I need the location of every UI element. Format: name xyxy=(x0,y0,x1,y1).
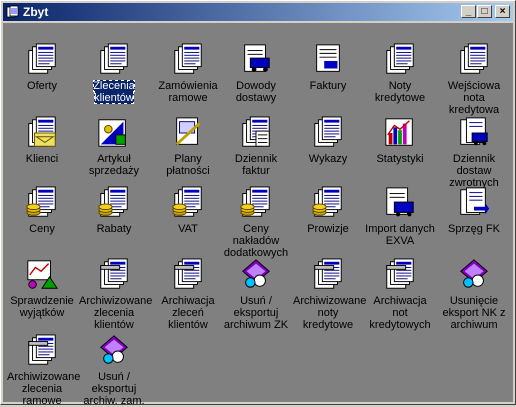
icon-label: Oferty xyxy=(27,80,57,92)
import-data-icon xyxy=(386,187,414,217)
icon-label: Usunięcie eksport NK z archiwum xyxy=(442,295,506,331)
icon-label: Prowizje xyxy=(307,223,349,235)
invoice-document-icon xyxy=(316,44,340,72)
export-archive-icon xyxy=(242,259,270,288)
icon-item-6[interactable]: Noty kredytowe xyxy=(365,43,435,104)
icon-label: Wykazy xyxy=(308,153,348,165)
export-archive-icon xyxy=(100,335,128,364)
icon-label: Usuń / eksportuj archiwum ZK xyxy=(223,295,289,331)
icon-item-29[interactable]: Archiwizowane zlecenia ramowe xyxy=(7,334,81,407)
icon-item-10[interactable]: Plany płatności xyxy=(153,116,223,177)
archive-documents-icon xyxy=(174,258,202,289)
icon-item-30[interactable]: Usuń / eksportuj archiw. zam. xyxy=(79,334,149,407)
window-title: Zbyt xyxy=(23,5,49,19)
icon-item-25[interactable]: Usuń / eksportuj archiwum ZK xyxy=(221,258,291,331)
icon-label: Rabaty xyxy=(96,223,132,235)
icon-label: Statystyki xyxy=(376,153,424,165)
icon-item-18[interactable]: Ceny nakładów dodatkowych xyxy=(221,186,291,259)
icon-label: Archiwizowane zlecenia ramowe xyxy=(7,371,81,407)
invoice-journal-icon xyxy=(242,116,270,147)
icon-label: Faktury xyxy=(309,80,347,92)
icon-item-23[interactable]: Archiwizowane zlecenia klientów xyxy=(79,258,153,331)
customer-folders-icon xyxy=(28,116,56,147)
icon-item-14[interactable]: Dziennik dostaw zwrotnych xyxy=(439,116,509,189)
icon-item-1[interactable]: Oferty xyxy=(7,43,77,92)
icon-item-5[interactable]: Faktury xyxy=(293,43,363,92)
vat-coins-icon xyxy=(172,186,202,217)
documents-stack-icon xyxy=(386,43,414,74)
icon-label: Zlecenia klientów xyxy=(93,80,135,104)
icon-label: Sprzęg FK xyxy=(448,223,500,235)
icon-label: Import danych EXVA xyxy=(365,223,435,247)
icon-item-8[interactable]: Klienci xyxy=(7,116,77,165)
documents-stack-icon xyxy=(460,43,488,74)
icon-item-13[interactable]: Statystyki xyxy=(365,116,435,165)
icon-label: Archiwizowane noty kredytowe xyxy=(293,295,367,331)
icon-label: Ceny nakładów dodatkowych xyxy=(223,223,289,259)
additional-costs-icon xyxy=(240,186,270,217)
archive-documents-icon xyxy=(100,258,128,289)
documents-stack-icon xyxy=(314,116,342,147)
icon-label: Noty kredytowe xyxy=(374,80,426,104)
delivery-document-icon xyxy=(244,44,270,72)
archive-documents-icon xyxy=(314,258,342,289)
icon-label: Usuń / eksportuj archiw. zam. xyxy=(83,371,145,407)
exceptions-check-icon xyxy=(27,260,58,289)
export-archive-icon xyxy=(460,259,488,288)
title-bar[interactable]: Zbyt _ □ × xyxy=(3,3,513,21)
maximize-button[interactable]: □ xyxy=(477,5,492,18)
icon-item-15[interactable]: Ceny xyxy=(7,186,77,235)
close-button[interactable]: × xyxy=(495,5,510,18)
documents-stack-icon xyxy=(174,43,202,74)
statistics-chart-icon xyxy=(385,118,413,146)
sale-article-icon xyxy=(98,119,126,147)
zbyt-window: Zbyt _ □ × Oferty Zlecenia klientów Zamó… xyxy=(0,0,516,407)
icon-item-26[interactable]: Archiwizowane noty kredytowe xyxy=(293,258,367,331)
icon-item-19[interactable]: Prowizje xyxy=(293,186,363,235)
icon-area: Oferty Zlecenia klientów Zamówienia ramo… xyxy=(3,23,513,407)
prices-coins-icon xyxy=(26,186,56,217)
app-icon xyxy=(6,5,19,18)
icon-item-17[interactable]: VAT xyxy=(153,186,223,235)
icon-label: Archiwacja zleceń klientów xyxy=(161,295,215,331)
archive-documents-icon xyxy=(386,258,414,289)
icon-label: Ceny xyxy=(29,223,55,235)
icon-label: Dowody dostawy xyxy=(235,80,277,104)
icon-item-7[interactable]: Wejściowa nota kredytowa xyxy=(439,43,509,116)
icon-item-20[interactable]: Import danych EXVA xyxy=(365,186,435,247)
icon-label: Zamówienia ramowe xyxy=(158,80,218,104)
icon-item-4[interactable]: Dowody dostawy xyxy=(221,43,291,104)
minimize-button[interactable]: _ xyxy=(461,5,476,18)
icon-item-24[interactable]: Archiwacja zleceń klientów xyxy=(153,258,223,331)
icon-label: Klienci xyxy=(25,153,59,165)
icon-label: Archiwizowane zlecenia klientów xyxy=(79,295,153,331)
icon-label: Artykuł sprzedaży xyxy=(88,153,140,177)
documents-stack-icon xyxy=(100,43,128,74)
icon-item-21[interactable]: Sprzęg FK xyxy=(439,186,509,235)
icon-item-16[interactable]: Rabaty xyxy=(79,186,149,235)
icon-item-12[interactable]: Wykazy xyxy=(293,116,363,165)
documents-stack-icon xyxy=(28,43,56,74)
icon-item-28[interactable]: Usunięcie eksport NK z archiwum xyxy=(439,258,509,331)
icon-item-9[interactable]: Artykuł sprzedaży xyxy=(79,116,149,177)
return-delivery-journal-icon xyxy=(460,117,488,146)
icon-label: Wejściowa nota kredytowa xyxy=(447,80,501,116)
icon-label: VAT xyxy=(178,223,198,235)
archive-documents-icon xyxy=(28,334,56,365)
icon-item-11[interactable]: Dziennik faktur xyxy=(221,116,291,177)
icon-label: Plany płatności xyxy=(166,153,210,177)
icon-item-2[interactable]: Zlecenia klientów xyxy=(79,43,149,104)
icon-item-3[interactable]: Zamówienia ramowe xyxy=(153,43,223,104)
icon-label: Archiwacja not kredytowych xyxy=(369,295,431,331)
icon-item-27[interactable]: Archiwacja not kredytowych xyxy=(365,258,435,331)
fk-link-icon xyxy=(460,187,490,215)
icon-label: Dziennik faktur xyxy=(234,153,278,177)
icon-label: Sprawdzenie wyjątków xyxy=(10,295,74,319)
discounts-coins-icon xyxy=(98,186,128,217)
icon-item-22[interactable]: Sprawdzenie wyjątków xyxy=(7,258,77,319)
icon-label: Dziennik dostaw zwrotnych xyxy=(449,153,499,189)
payment-plan-icon xyxy=(175,117,201,146)
commission-coins-icon xyxy=(312,186,342,217)
